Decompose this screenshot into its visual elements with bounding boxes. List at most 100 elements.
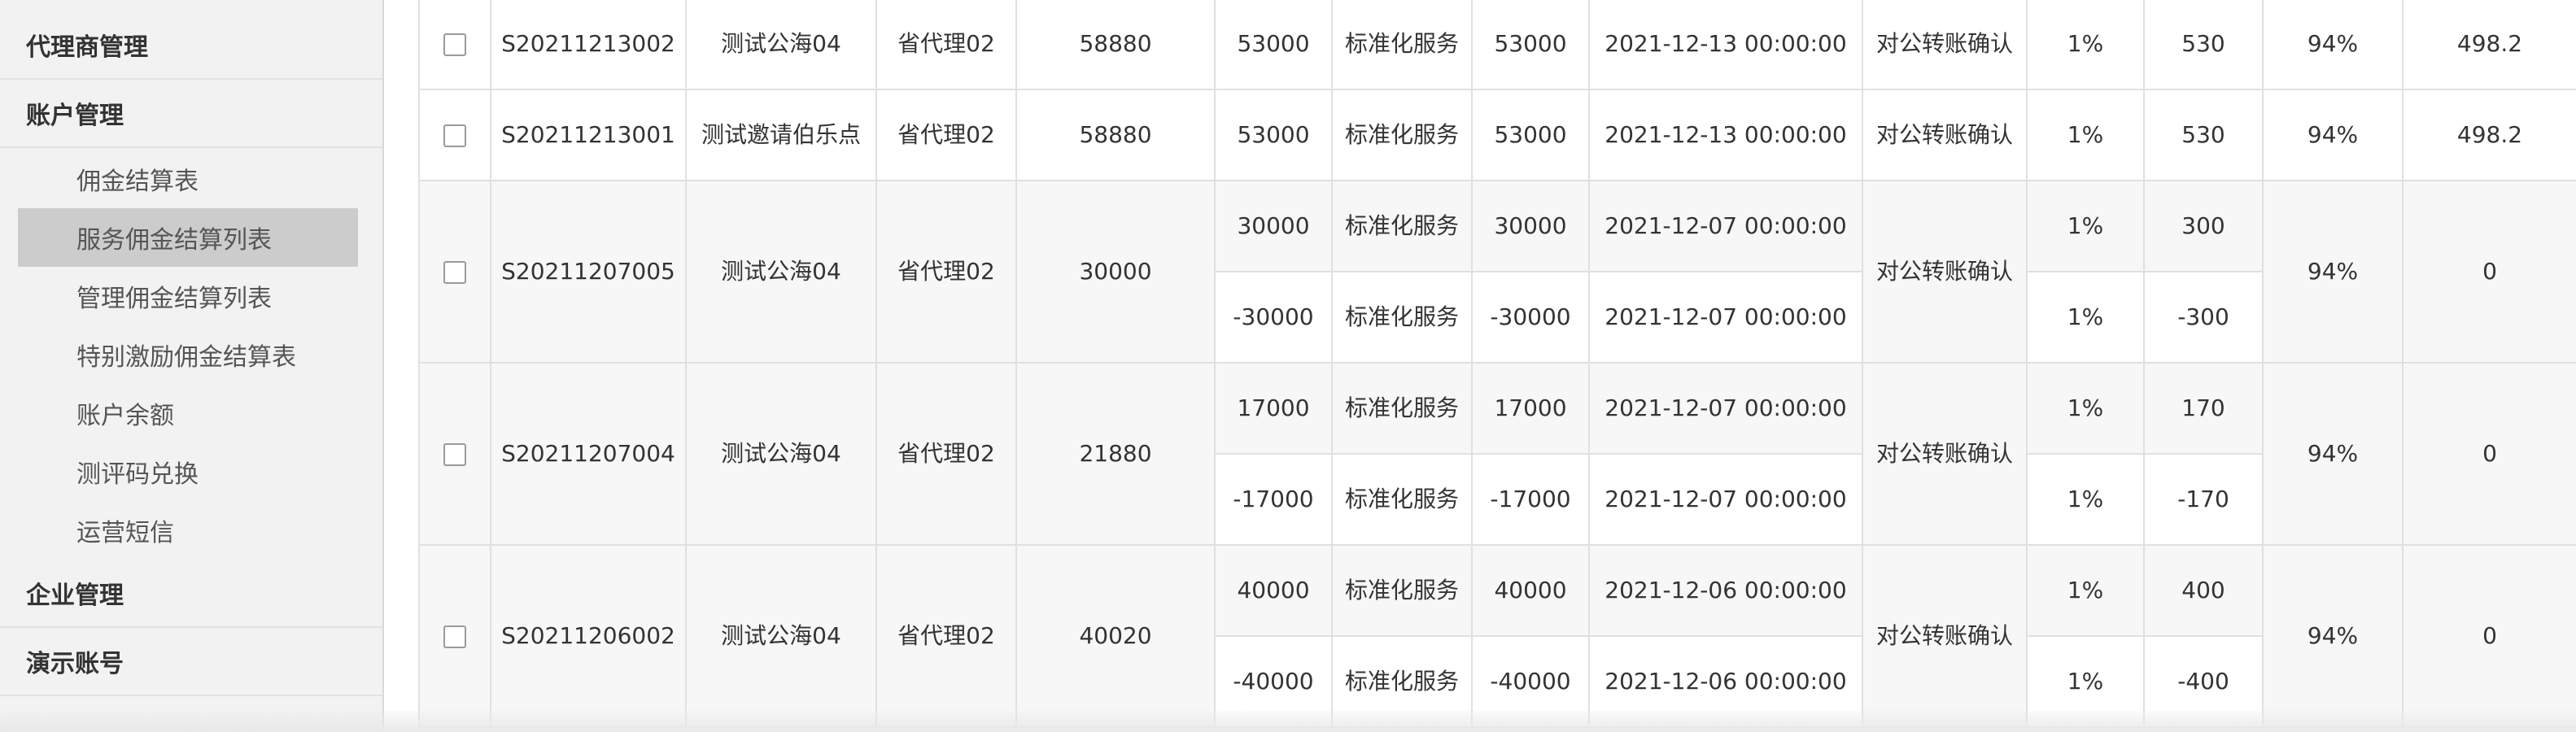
- sidebar-group-account-management[interactable]: 账户管理: [0, 80, 382, 148]
- sidebar-group-label: 演示账号: [26, 650, 124, 678]
- sidebar-group-demo-account[interactable]: 演示账号: [0, 628, 382, 696]
- status-cell: 对公转账确认: [1862, 362, 2028, 546]
- settle-time-cell: 2021-12-07 00:00:00: [1588, 271, 1863, 364]
- bottom-scroll-fade: [0, 711, 2576, 732]
- order-number-cell: S20211207005: [490, 180, 687, 364]
- agent-cell: 省代理02: [875, 544, 1017, 728]
- settle-time-cell: 2021-12-07 00:00:00: [1588, 180, 1863, 272]
- net-amount-cell: 498.2: [2402, 0, 2576, 90]
- settle-time-cell: 2021-12-13 00:00:00: [1588, 0, 1863, 90]
- row-checkbox-cell[interactable]: [418, 0, 491, 90]
- row-checkbox-cell[interactable]: [418, 89, 491, 181]
- commission-table-container: S20211213002 测试公海04 省代理02 58880 53000 标准化服务 53…: [418, 0, 2576, 732]
- sidebar-item-label: 服务佣金结算列表: [76, 226, 272, 255]
- sidebar-group-label: 代理商管理: [26, 33, 148, 62]
- row-checkbox-cell[interactable]: [418, 544, 491, 728]
- table-body: S20211213002 测试公海04 省代理02 58880 53000 标准化服务 53…: [418, 0, 2576, 728]
- service-type-cell: 标准化服务: [1331, 362, 1473, 455]
- base-amount-cell: -17000: [1471, 453, 1590, 546]
- rate-cell: 1%: [2026, 180, 2145, 272]
- commission-cell: 530: [2143, 89, 2264, 181]
- net-amount-cell: 0: [2402, 180, 2576, 364]
- row-checkbox[interactable]: [443, 261, 466, 284]
- sidebar-item-label: 特别激励佣金结算表: [76, 343, 296, 372]
- settle-time-cell: 2021-12-13 00:00:00: [1588, 89, 1863, 181]
- sidebar-group-agent-management[interactable]: 代理商管理: [0, 11, 382, 80]
- table-row: S20211213001 测试邀请伯乐点 省代理02 58880 53000 标准化服务 5…: [418, 89, 2576, 181]
- amount-cell: 53000: [1214, 89, 1333, 181]
- row-checkbox-cell[interactable]: [418, 362, 491, 546]
- amount-cell: 40000: [1214, 544, 1333, 637]
- service-type-cell: 标准化服务: [1331, 544, 1473, 637]
- row-checkbox[interactable]: [443, 443, 466, 466]
- row-checkbox[interactable]: [443, 33, 466, 56]
- ratio-cell: 94%: [2262, 89, 2404, 181]
- total-amount-cell: 21880: [1015, 362, 1216, 546]
- sidebar-item-account-balance[interactable]: 账户余额: [18, 384, 358, 442]
- commission-cell: 530: [2143, 0, 2264, 90]
- base-amount-cell: 53000: [1471, 89, 1590, 181]
- commission-cell: -300: [2143, 271, 2264, 364]
- total-amount-cell: 30000: [1015, 180, 1216, 364]
- table-row: S20211206002 测试公海04 省代理02 40020 40000 标准化服务 40…: [418, 544, 2576, 728]
- rate-cell: 1%: [2026, 89, 2145, 181]
- settle-time-cell: 2021-12-07 00:00:00: [1588, 362, 1863, 455]
- order-number-cell: S20211207004: [490, 362, 687, 546]
- sidebar-group-label: 账户管理: [26, 102, 124, 130]
- order-number-cell: S20211213001: [490, 89, 687, 181]
- status-cell: 对公转账确认: [1862, 89, 2028, 181]
- sidebar-item-code-exchange[interactable]: 测评码兑换: [18, 442, 358, 501]
- sidebar-item-service-commission-list[interactable]: 服务佣金结算列表: [18, 208, 358, 267]
- amount-cell: 17000: [1214, 362, 1333, 455]
- net-amount-cell: 498.2: [2402, 89, 2576, 181]
- sidebar-item-label: 账户余额: [76, 402, 174, 430]
- order-number-cell: S20211206002: [490, 544, 687, 728]
- store-cell: 测试公海04: [685, 362, 877, 546]
- sidebar-item-management-commission-list[interactable]: 管理佣金结算列表: [18, 267, 358, 325]
- base-amount-cell: 40000: [1471, 544, 1590, 637]
- store-cell: 测试公海04: [685, 0, 877, 90]
- amount-cell: -30000: [1214, 271, 1333, 364]
- sidebar-item-label: 测评码兑换: [76, 460, 199, 489]
- row-checkbox[interactable]: [443, 124, 466, 147]
- sidebar-group-label: 企业管理: [26, 582, 124, 610]
- net-amount-cell: 0: [2402, 544, 2576, 728]
- ratio-cell: 94%: [2262, 0, 2404, 90]
- sidebar-item-label: 运营短信: [76, 519, 174, 547]
- total-amount-cell: 58880: [1015, 89, 1216, 181]
- sidebar-item-label: 佣金结算表: [76, 168, 199, 196]
- table-row: S20211213002 测试公海04 省代理02 58880 53000 标准化服务 53…: [418, 0, 2576, 90]
- settle-time-cell: 2021-12-07 00:00:00: [1588, 453, 1863, 546]
- rate-cell: 1%: [2026, 271, 2145, 364]
- sidebar-item-special-incentive[interactable]: 特别激励佣金结算表: [18, 325, 358, 384]
- row-checkbox[interactable]: [443, 625, 466, 648]
- store-cell: 测试公海04: [685, 544, 877, 728]
- amount-cell: 53000: [1214, 0, 1333, 90]
- base-amount-cell: 30000: [1471, 180, 1590, 272]
- ratio-cell: 94%: [2262, 544, 2404, 728]
- commission-table: S20211213002 测试公海04 省代理02 58880 53000 标准化服务 53…: [418, 0, 2576, 728]
- commission-cell: 400: [2143, 544, 2264, 637]
- sidebar-item-commission-settlement[interactable]: 佣金结算表: [18, 150, 358, 208]
- agent-cell: 省代理02: [875, 89, 1017, 181]
- total-amount-cell: 40020: [1015, 544, 1216, 728]
- total-amount-cell: 58880: [1015, 0, 1216, 90]
- store-cell: 测试公海04: [685, 180, 877, 364]
- sidebar-group-enterprise-management[interactable]: 企业管理: [0, 560, 382, 628]
- status-cell: 对公转账确认: [1862, 0, 2028, 90]
- row-checkbox-cell[interactable]: [418, 180, 491, 364]
- net-amount-cell: 0: [2402, 362, 2576, 546]
- agent-cell: 省代理02: [875, 180, 1017, 364]
- amount-cell: -17000: [1214, 453, 1333, 546]
- base-amount-cell: -30000: [1471, 271, 1590, 364]
- ratio-cell: 94%: [2262, 362, 2404, 546]
- sidebar: 代理商管理 账户管理 佣金结算表 服务佣金结算列表 管理佣金结算列表 特别激励佣…: [0, 0, 384, 732]
- service-type-cell: 标准化服务: [1331, 271, 1473, 364]
- service-type-cell: 标准化服务: [1331, 89, 1473, 181]
- commission-cell: 300: [2143, 180, 2264, 272]
- table-row: S20211207004 测试公海04 省代理02 21880 17000 标准化服务 17…: [418, 362, 2576, 546]
- rate-cell: 1%: [2026, 544, 2145, 637]
- order-number-cell: S20211213002: [490, 0, 687, 90]
- base-amount-cell: 17000: [1471, 362, 1590, 455]
- sidebar-item-sms[interactable]: 运营短信: [18, 501, 358, 560]
